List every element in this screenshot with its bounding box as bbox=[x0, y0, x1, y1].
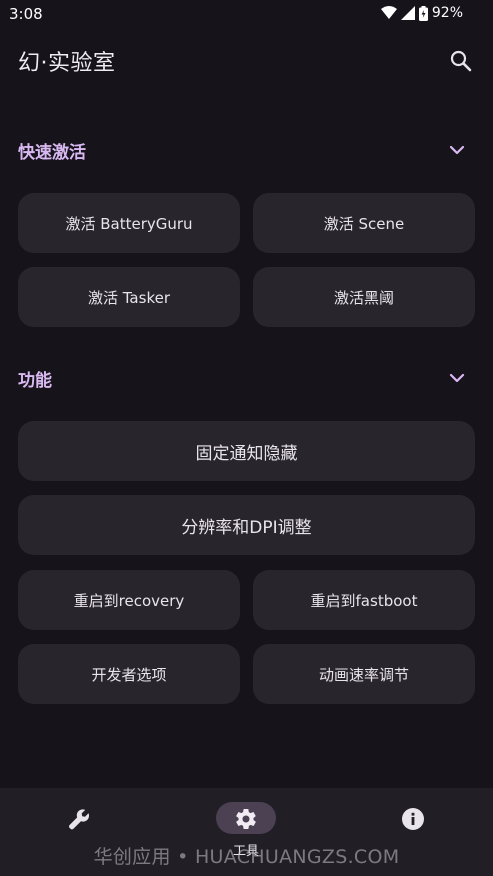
gear-icon bbox=[236, 809, 256, 829]
wrench-icon bbox=[69, 809, 90, 830]
activate-tasker-button[interactable]: 激活 Tasker bbox=[18, 267, 240, 327]
bottom-navigation: 工具 bbox=[0, 788, 493, 876]
search-icon bbox=[450, 50, 472, 72]
reboot-recovery-button[interactable]: 重启到recovery bbox=[18, 570, 240, 630]
nav-item-info[interactable] bbox=[331, 788, 493, 876]
wifi-icon bbox=[380, 6, 397, 20]
activate-blackgate-button[interactable]: 激活黑阈 bbox=[253, 267, 475, 327]
hide-fixed-notification-button[interactable]: 固定通知隐藏 bbox=[18, 421, 475, 481]
section-title-functions: 功能 bbox=[18, 371, 52, 391]
activate-batteryguru-button[interactable]: 激活 BatteryGuru bbox=[18, 193, 240, 253]
search-button[interactable] bbox=[447, 47, 475, 75]
screen: 3:08 92% 幻·实验室 快速激活 激活 BatteryGuru 激活 Sc bbox=[0, 0, 493, 876]
nav-label-tools: 工具 bbox=[232, 844, 259, 859]
nav-item-wrench[interactable] bbox=[0, 788, 161, 876]
reboot-fastboot-button[interactable]: 重启到fastboot bbox=[253, 570, 475, 630]
status-bar: 3:08 92% bbox=[0, 0, 493, 28]
info-icon bbox=[402, 808, 424, 830]
signal-icon bbox=[400, 6, 415, 20]
status-time: 3:08 bbox=[9, 5, 43, 23]
developer-options-button[interactable]: 开发者选项 bbox=[18, 644, 240, 704]
activate-scene-button[interactable]: 激活 Scene bbox=[253, 193, 475, 253]
animation-scale-button[interactable]: 动画速率调节 bbox=[253, 644, 475, 704]
battery-icon bbox=[418, 5, 428, 21]
resolution-dpi-button[interactable]: 分辨率和DPI调整 bbox=[18, 495, 475, 555]
chevron-down-icon[interactable] bbox=[446, 139, 468, 161]
status-icons: 92% bbox=[380, 5, 463, 21]
section-title-quick-activate: 快速激活 bbox=[18, 143, 86, 163]
nav-item-tools[interactable]: 工具 bbox=[164, 788, 328, 876]
section-functions-header[interactable]: 功能 bbox=[18, 363, 468, 393]
battery-percent: 92% bbox=[431, 5, 463, 21]
app-title: 幻·实验室 bbox=[18, 51, 116, 76]
section-quick-activate-header[interactable]: 快速激活 bbox=[18, 135, 468, 165]
chevron-down-icon[interactable] bbox=[446, 367, 468, 389]
